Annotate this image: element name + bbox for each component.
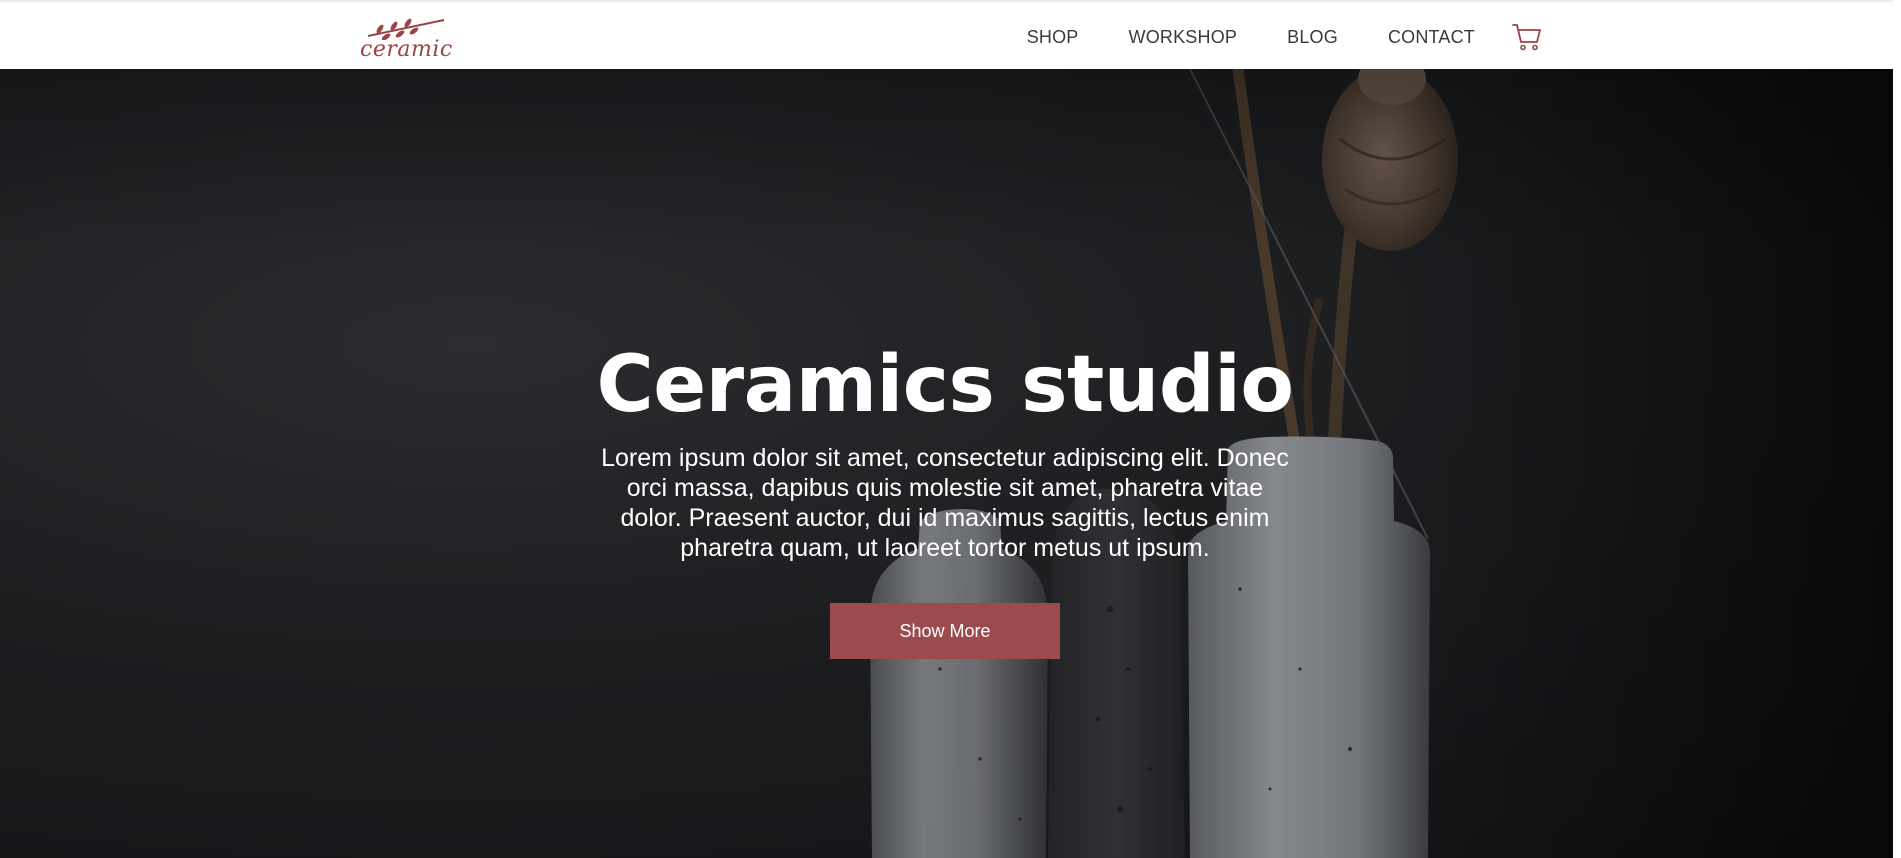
show-more-button[interactable]: Show More xyxy=(830,603,1060,659)
site-header: ceramic SHOP WORKSHOP BLOG CONTACT xyxy=(0,0,1893,69)
hero-section: Ceramics studio Lorem ipsum dolor sit am… xyxy=(0,69,1893,858)
logo-text: ceramic xyxy=(360,37,453,62)
hero-shade xyxy=(1393,69,1893,858)
page: ceramic SHOP WORKSHOP BLOG CONTACT Ceram… xyxy=(0,0,1901,858)
nav-item-contact[interactable]: CONTACT xyxy=(1388,27,1475,48)
logo[interactable]: ceramic xyxy=(360,12,453,64)
main-nav: SHOP WORKSHOP BLOG CONTACT xyxy=(1027,22,1543,52)
hero-title: Ceramics studio xyxy=(596,340,1294,430)
nav-item-blog[interactable]: BLOG xyxy=(1287,27,1338,48)
hero-content: Ceramics studio Lorem ipsum dolor sit am… xyxy=(580,339,1310,659)
hero-description: Lorem ipsum dolor sit amet, consectetur … xyxy=(601,444,1289,562)
page-edge xyxy=(1893,0,1901,858)
cart-icon[interactable] xyxy=(1511,21,1543,53)
nav-item-workshop[interactable]: WORKSHOP xyxy=(1129,27,1238,48)
nav-item-shop[interactable]: SHOP xyxy=(1027,27,1079,48)
